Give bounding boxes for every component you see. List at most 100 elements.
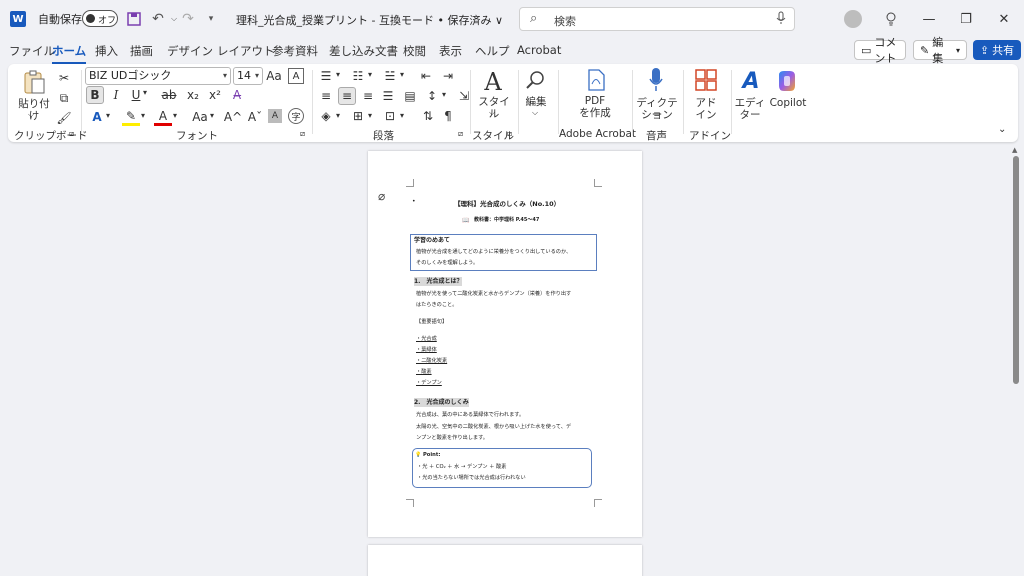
chevron-down-icon[interactable]: ▾ xyxy=(442,90,446,99)
chevron-down-icon[interactable]: ▾ xyxy=(400,70,404,79)
chevron-down-icon[interactable]: ▾ xyxy=(400,111,404,120)
minimize-icon[interactable]: — xyxy=(918,8,940,30)
paste-icon[interactable] xyxy=(20,68,48,96)
bold-button[interactable]: B xyxy=(86,86,104,104)
restore-icon[interactable]: ❐ xyxy=(955,8,977,30)
comment-button[interactable]: ▭ コメント xyxy=(854,36,906,65)
align-center-icon[interactable]: ≡ xyxy=(338,87,356,105)
copilot-icon[interactable] xyxy=(774,68,800,94)
bullets-icon[interactable]: ☰ xyxy=(318,68,334,84)
align-right-icon[interactable]: ≡ xyxy=(360,88,376,104)
search-box[interactable]: ⌕ 検索 xyxy=(519,7,795,31)
find-icon[interactable] xyxy=(522,66,550,94)
tab-view[interactable]: 表示 xyxy=(439,43,462,59)
search-input[interactable]: 検索 xyxy=(554,13,576,29)
numbering-icon[interactable]: ☷ xyxy=(350,68,366,84)
tab-acrobat[interactable]: Acrobat xyxy=(517,43,561,57)
phonetic-guide-icon[interactable]: ⊡ xyxy=(382,108,398,124)
editor-line2[interactable]: ター xyxy=(734,109,766,121)
dictate-line2[interactable]: ション xyxy=(634,109,680,121)
shading-icon[interactable]: ◈ xyxy=(318,108,334,124)
copilot-button[interactable]: Copilot xyxy=(766,97,810,109)
chevron-down-icon[interactable]: ▾ xyxy=(336,111,340,120)
shrink-font-button[interactable]: Aˇ xyxy=(246,108,264,126)
create-pdf-line1[interactable]: PDF xyxy=(574,95,616,107)
sort-icon[interactable]: ⇅ xyxy=(420,108,436,124)
font-launcher-icon[interactable]: ⧄ xyxy=(300,129,305,139)
grow-font-button[interactable]: A^ xyxy=(224,108,242,126)
highlight-icon[interactable]: ✎ xyxy=(122,108,140,126)
strikethrough-button[interactable]: ab xyxy=(158,86,180,104)
collapse-ribbon-icon[interactable]: ⌄ xyxy=(998,124,1006,135)
italic-button[interactable]: I xyxy=(108,86,124,104)
font-name-combo[interactable]: BIZ UDゴシック ▾ xyxy=(85,67,231,85)
show-marks-icon[interactable]: ¶ xyxy=(440,108,456,124)
styles-launcher-icon[interactable]: ⧄ xyxy=(507,129,512,139)
redo-icon[interactable]: ↷ xyxy=(178,9,198,29)
decrease-indent-icon[interactable]: ⇤ xyxy=(418,68,434,84)
autosave-toggle[interactable]: オフ xyxy=(82,10,118,27)
mic-icon[interactable] xyxy=(776,11,786,28)
tab-home[interactable]: ホーム xyxy=(52,43,87,64)
editor-icon[interactable]: A xyxy=(738,68,764,94)
document-title[interactable]: 理科_光合成_授業プリント - 互換モード • 保存済み ∨ xyxy=(236,12,503,28)
text-effects-icon[interactable]: A̶ xyxy=(228,86,246,104)
tab-review[interactable]: 校閲 xyxy=(403,43,426,59)
chevron-down-icon[interactable]: ▾ xyxy=(368,111,372,120)
tab-draw[interactable]: 描画 xyxy=(130,43,153,59)
lightbulb-icon[interactable] xyxy=(880,8,902,30)
line-spacing-icon[interactable]: ↕ xyxy=(424,88,440,104)
copilot-inline-icon[interactable]: ⌀ xyxy=(378,189,385,203)
tab-help[interactable]: ヘルプ xyxy=(475,43,510,59)
clear-format-icon[interactable]: A xyxy=(288,68,304,84)
cut-icon[interactable]: ✂ xyxy=(56,70,72,86)
document-page[interactable]: • 【理科】光合成のしくみ（No.10） 📖 教科書：中学理科 P.45〜47 … xyxy=(368,151,642,537)
copy-icon[interactable]: ⧉ xyxy=(56,90,72,106)
chevron-down-icon[interactable]: ⌵ xyxy=(489,108,495,118)
increase-indent-icon[interactable]: ⇥ xyxy=(440,68,456,84)
document-page-2[interactable] xyxy=(368,545,642,576)
underline-dropdown-icon[interactable]: ▾ xyxy=(143,88,147,97)
tab-insert[interactable]: 挿入 xyxy=(95,43,118,59)
distributed-icon[interactable]: ▤ xyxy=(402,88,418,104)
subscript-button[interactable]: x₂ xyxy=(184,86,202,104)
editing-button[interactable]: 編集 xyxy=(518,96,554,108)
chevron-down-icon[interactable]: ⌵ xyxy=(532,108,538,118)
char-shading-icon[interactable]: A xyxy=(268,109,282,123)
addins-icon[interactable] xyxy=(694,68,718,92)
addins-line1[interactable]: アド xyxy=(690,97,722,109)
clipboard-launcher-icon[interactable]: ⧄ xyxy=(69,129,74,139)
chevron-down-icon[interactable]: ▾ xyxy=(141,111,145,120)
paste-dropdown-icon[interactable]: ⌵ xyxy=(28,110,34,120)
create-pdf-line2[interactable]: を作成 xyxy=(574,107,616,119)
chevron-down-icon[interactable]: ▾ xyxy=(173,111,177,120)
addins-line2[interactable]: イン xyxy=(690,109,722,121)
multilevel-list-icon[interactable]: ☱ xyxy=(382,68,398,84)
tab-file[interactable]: ファイル xyxy=(9,43,55,59)
underline-button[interactable]: U xyxy=(128,86,144,104)
paragraph-launcher-icon[interactable]: ⧄ xyxy=(458,129,463,139)
change-case-button[interactable]: Aa xyxy=(190,108,210,126)
close-icon[interactable]: ✕ xyxy=(993,8,1015,30)
tab-references[interactable]: 参考資料 xyxy=(272,43,318,59)
font-size-combo[interactable]: 14 ▾ xyxy=(233,67,263,85)
format-painter-icon[interactable]: 🖌 xyxy=(56,110,72,126)
pdf-icon[interactable] xyxy=(584,68,608,92)
editor-line1[interactable]: エディ xyxy=(734,97,766,109)
dictate-icon[interactable] xyxy=(646,66,666,94)
chevron-down-icon[interactable]: ▾ xyxy=(210,111,214,120)
vertical-scrollbar[interactable] xyxy=(1013,156,1019,384)
save-icon[interactable] xyxy=(124,9,144,29)
change-case-icon[interactable]: Aa xyxy=(266,68,282,84)
edit-mode-button[interactable]: ✎ 編集 ▾ xyxy=(913,36,967,65)
borders-icon[interactable]: ⊞ xyxy=(350,108,366,124)
superscript-button[interactable]: x² xyxy=(206,86,224,104)
chevron-down-icon[interactable]: ▾ xyxy=(368,70,372,79)
tab-mailings[interactable]: 差し込み文書 xyxy=(329,43,398,59)
scroll-up-icon[interactable]: ▲ xyxy=(1012,146,1017,154)
font-color-icon[interactable]: A xyxy=(154,108,172,126)
chevron-down-icon[interactable]: ▾ xyxy=(336,70,340,79)
tab-design[interactable]: デザイン xyxy=(167,43,213,59)
avatar[interactable] xyxy=(844,10,862,28)
chevron-down-icon[interactable]: ▾ xyxy=(106,111,110,120)
